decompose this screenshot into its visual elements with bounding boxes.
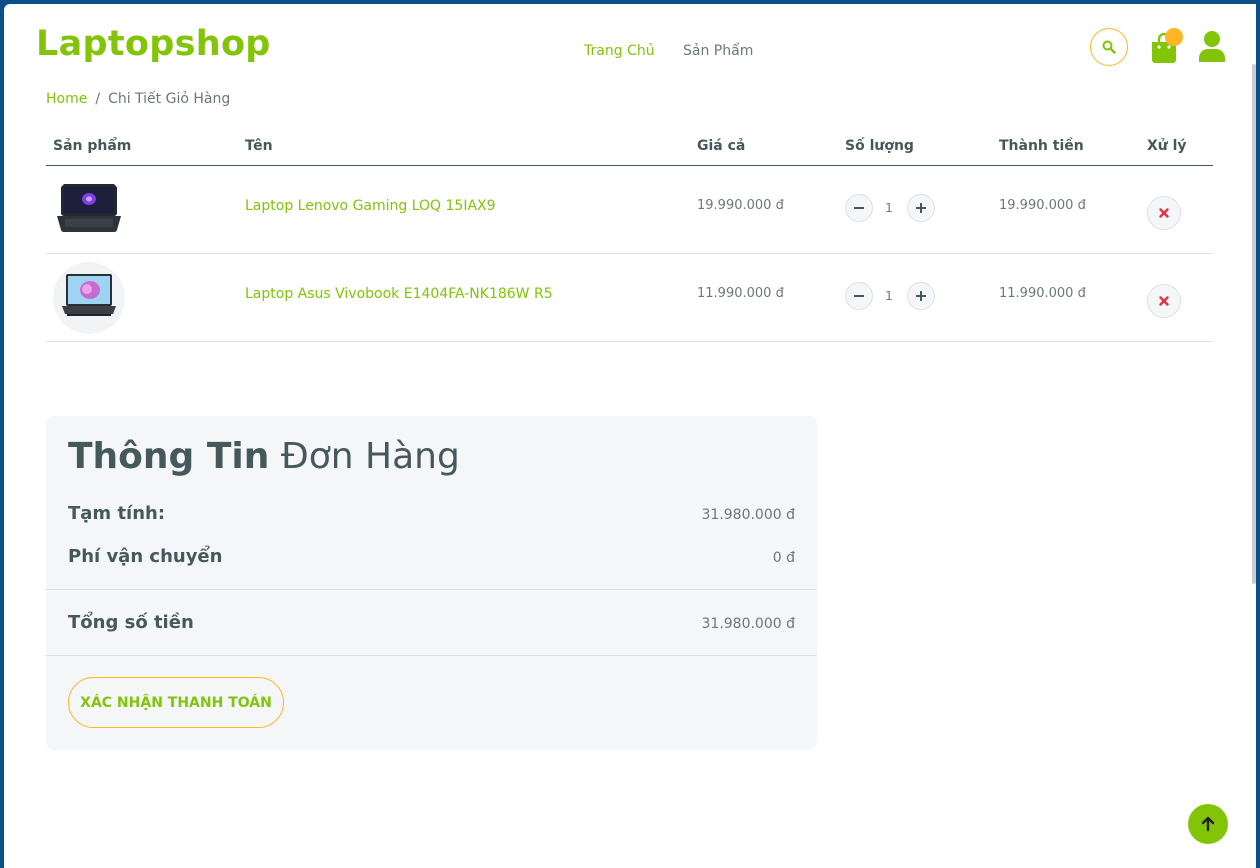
product-name-link[interactable]: Laptop Asus Vivobook E1404FA-NK186W R5: [245, 286, 553, 302]
divider: [46, 589, 817, 590]
shipping-value: 0 đ: [772, 550, 795, 566]
quantity-value[interactable]: 1: [877, 201, 901, 215]
main-nav: Trang Chủ Sản Phẩm: [584, 43, 777, 59]
quantity-value[interactable]: 1: [877, 289, 901, 303]
breadcrumb-current: Chi Tiết Giỏ Hàng: [108, 91, 231, 107]
cart-table: Sản phẩm Tên Giá cả Số lượng Thành tiền …: [46, 128, 1213, 342]
subtotal-label: Tạm tính:: [68, 503, 166, 524]
summary-title-bold: Thông Tin: [68, 436, 270, 477]
cart-badge: [1165, 28, 1183, 46]
close-icon: [1159, 296, 1169, 306]
table-header: Sản phẩm Tên Giá cả Số lượng Thành tiền …: [46, 128, 1213, 166]
product-line-total: 19.990.000 đ: [999, 198, 1086, 213]
decrease-quantity-button[interactable]: [845, 194, 873, 222]
quantity-stepper: 1: [845, 282, 935, 310]
col-name: Tên: [245, 138, 273, 154]
product-image: [53, 262, 125, 334]
product-price: 19.990.000 đ: [697, 198, 784, 213]
shipping-line: Phí vận chuyển 0 đ: [68, 546, 795, 567]
logo[interactable]: Laptopshop: [36, 24, 271, 64]
breadcrumb-separator: /: [95, 91, 101, 107]
product-line-total: 11.990.000 đ: [999, 286, 1086, 301]
breadcrumb-home[interactable]: Home: [46, 91, 87, 107]
col-price: Giá cả: [697, 138, 746, 154]
total-line: Tổng số tiền 31.980.000 đ: [68, 612, 795, 633]
search-icon: [1102, 40, 1116, 54]
col-quantity: Số lượng: [845, 138, 914, 154]
nav-home[interactable]: Trang Chủ: [584, 43, 655, 59]
total-value: 31.980.000 đ: [701, 616, 796, 632]
confirm-payment-button[interactable]: XÁC NHẬN THANH TOÁN: [68, 677, 284, 728]
plus-icon: [916, 203, 926, 213]
search-button[interactable]: [1090, 28, 1128, 66]
divider: [46, 655, 817, 656]
minus-icon: [854, 295, 864, 297]
table-row: Laptop Lenovo Gaming LOQ 15IAX9 19.990.0…: [46, 166, 1213, 254]
quantity-stepper: 1: [845, 194, 935, 222]
scrollbar[interactable]: [1252, 64, 1256, 584]
product-image: [53, 174, 125, 246]
summary-title: Thông Tin Đơn Hàng: [68, 436, 460, 477]
subtotal-line: Tạm tính: 31.980.000 đ: [68, 503, 795, 524]
minus-icon: [854, 207, 864, 209]
shipping-label: Phí vận chuyển: [68, 546, 223, 567]
total-label: Tổng số tiền: [68, 612, 194, 633]
remove-item-button[interactable]: [1147, 196, 1181, 230]
back-to-top-button[interactable]: [1188, 804, 1228, 844]
page: Laptopshop Trang Chủ Sản Phẩm Home / Chi T…: [4, 4, 1256, 868]
summary-title-rest: Đơn Hàng: [280, 436, 460, 477]
arrow-up-icon: [1201, 816, 1215, 832]
order-summary: Thông Tin Đơn Hàng Tạm tính: 31.980.000 …: [46, 416, 817, 750]
product-name-link[interactable]: Laptop Lenovo Gaming LOQ 15IAX9: [245, 198, 496, 214]
table-row: Laptop Asus Vivobook E1404FA-NK186W R5 1…: [46, 254, 1213, 342]
remove-item-button[interactable]: [1147, 284, 1181, 318]
subtotal-value: 31.980.000 đ: [701, 507, 796, 523]
product-price: 11.990.000 đ: [697, 286, 784, 301]
close-icon: [1159, 208, 1169, 218]
increase-quantity-button[interactable]: [907, 282, 935, 310]
col-action: Xử lý: [1147, 138, 1187, 154]
increase-quantity-button[interactable]: [907, 194, 935, 222]
col-product: Sản phẩm: [53, 138, 132, 154]
plus-icon: [916, 291, 926, 301]
col-total: Thành tiền: [999, 138, 1084, 154]
user-icon[interactable]: [1197, 30, 1227, 62]
breadcrumb: Home / Chi Tiết Giỏ Hàng: [46, 91, 230, 107]
nav-products[interactable]: Sản Phẩm: [683, 43, 753, 59]
decrease-quantity-button[interactable]: [845, 282, 873, 310]
